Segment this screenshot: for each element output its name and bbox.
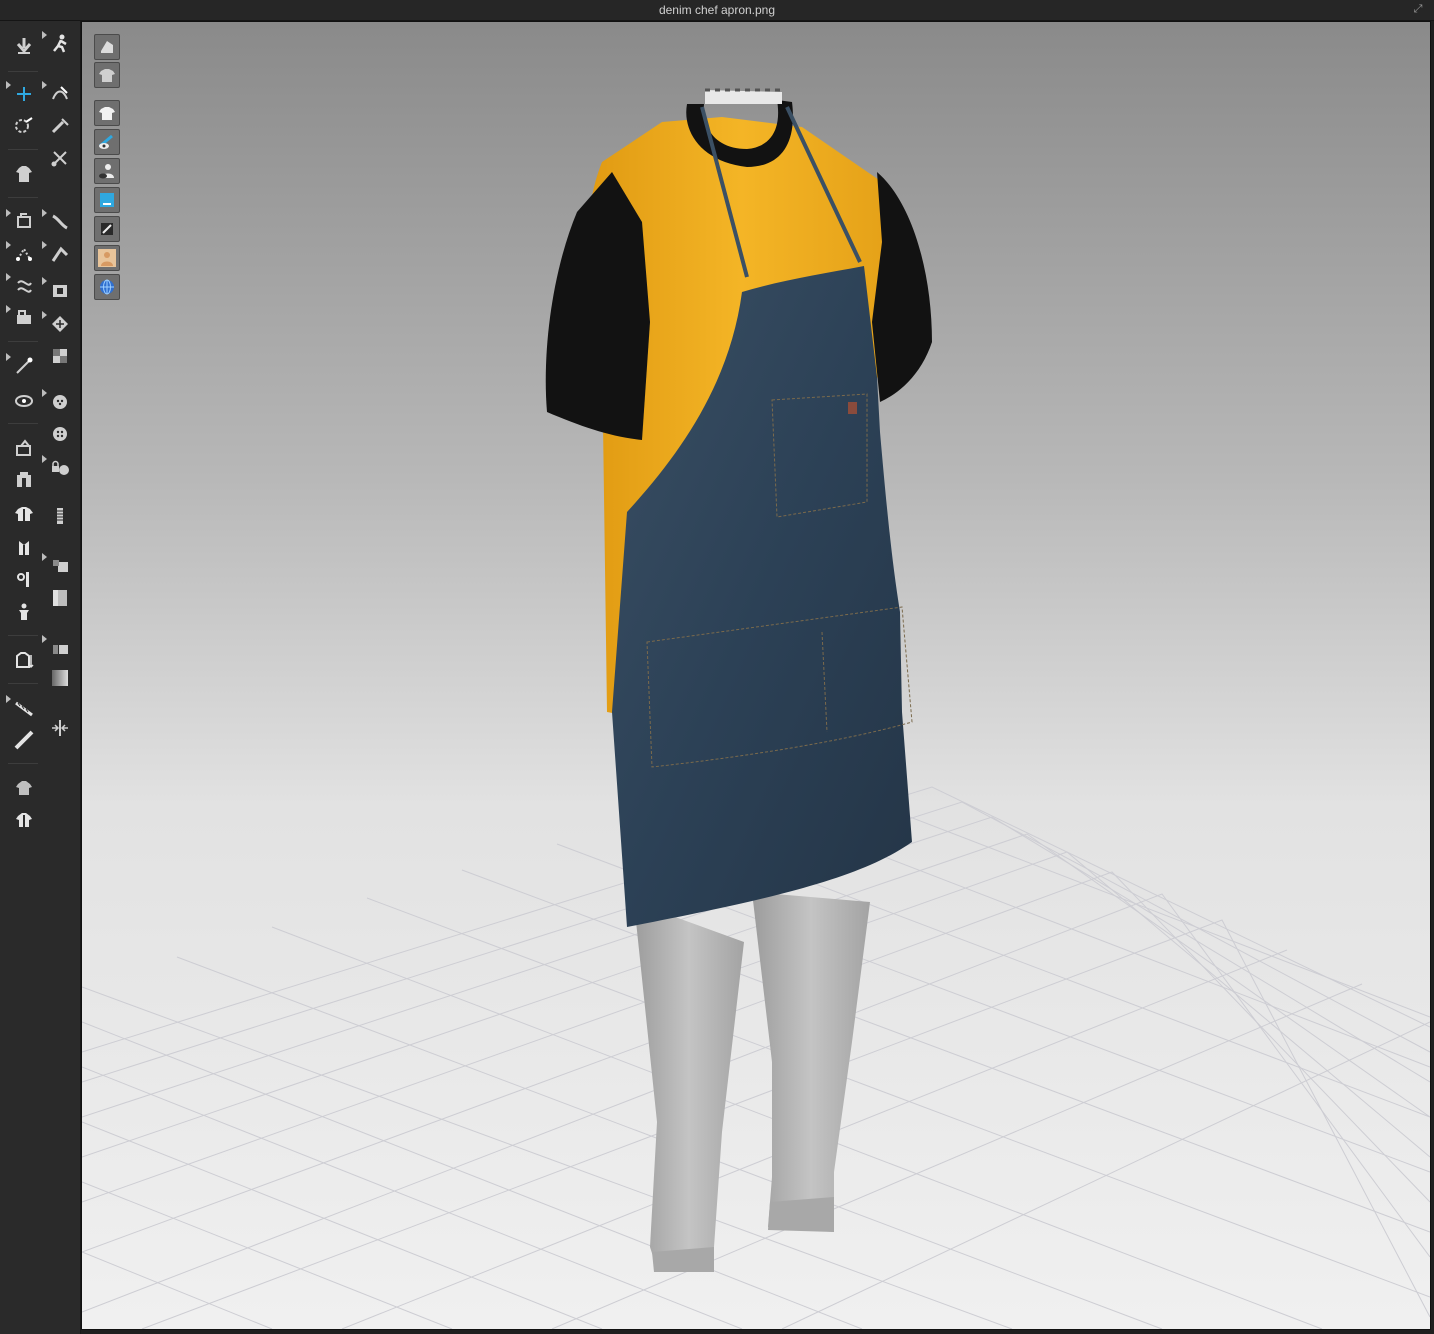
lock-button-icon[interactable] <box>42 455 74 481</box>
avatar-measure-icon[interactable] <box>10 467 38 493</box>
layer-small-icon[interactable] <box>42 635 74 661</box>
avatar-skin-icon[interactable] <box>94 245 120 271</box>
simulation-arrow-icon[interactable] <box>10 33 38 59</box>
garment-tshirt-icon[interactable] <box>10 501 38 527</box>
tack-icon[interactable] <box>10 387 38 413</box>
fold-line-icon[interactable] <box>42 241 74 267</box>
layer-icon[interactable] <box>42 553 74 579</box>
button-small-icon[interactable] <box>46 421 74 447</box>
edit-curve-icon[interactable] <box>42 81 74 107</box>
texture-edit-icon[interactable] <box>42 277 74 303</box>
shirt-stack-icon[interactable] <box>10 775 38 801</box>
eye-avatar-icon[interactable] <box>94 158 120 184</box>
segment-sewing-icon[interactable] <box>6 241 38 267</box>
scissors-icon[interactable] <box>46 145 74 171</box>
pattern-grid-icon[interactable] <box>42 311 74 337</box>
body-front-icon[interactable] <box>10 535 38 561</box>
shirt-shadow-icon[interactable] <box>10 807 38 833</box>
ruler-icon[interactable] <box>10 727 38 753</box>
select-move-icon[interactable] <box>6 81 38 107</box>
left-toolbar <box>0 21 81 1334</box>
globe-icon[interactable] <box>94 274 120 300</box>
view-3d-box-icon[interactable] <box>94 34 120 60</box>
edit-pin-icon[interactable] <box>46 113 74 139</box>
seam-line-icon[interactable] <box>42 209 74 235</box>
avatar-walk-icon[interactable] <box>42 31 74 57</box>
checker-icon[interactable] <box>46 343 74 369</box>
restore-icon[interactable]: ⤢ <box>1412 3 1424 15</box>
button-icon[interactable] <box>42 389 74 415</box>
align-icon[interactable] <box>46 715 74 741</box>
pants <box>634 892 870 1272</box>
3d-viewport[interactable] <box>81 21 1431 1330</box>
view-tshirt-icon[interactable] <box>94 62 120 88</box>
shirt-hanger-icon[interactable] <box>10 647 38 673</box>
arrangement-icon[interactable] <box>10 435 38 461</box>
free-sewing-icon[interactable] <box>6 273 38 299</box>
avatar-figure-icon[interactable] <box>10 599 38 625</box>
view-dark-icon[interactable] <box>94 216 120 242</box>
transform-pattern-icon[interactable] <box>10 113 38 139</box>
fill-square-icon[interactable] <box>46 585 74 611</box>
shirt-white-icon[interactable] <box>94 100 120 126</box>
pin-icon[interactable] <box>6 353 38 379</box>
view-blue-cube-icon[interactable] <box>94 187 120 213</box>
zipper-icon[interactable] <box>46 503 74 529</box>
body-side-icon[interactable] <box>10 567 38 593</box>
gradient-square-icon[interactable] <box>46 665 74 691</box>
sewing-icon[interactable] <box>6 209 38 235</box>
window-titlebar: denim chef apron.png ⤢ <box>0 0 1434 21</box>
window-title: denim chef apron.png <box>658 3 776 17</box>
3d-scene[interactable] <box>82 22 1430 1329</box>
fold-arrangement-icon[interactable] <box>6 305 38 331</box>
tape-icon[interactable] <box>6 695 38 721</box>
eye-edit-icon[interactable] <box>94 129 120 155</box>
garment-fit-icon[interactable] <box>10 161 38 187</box>
